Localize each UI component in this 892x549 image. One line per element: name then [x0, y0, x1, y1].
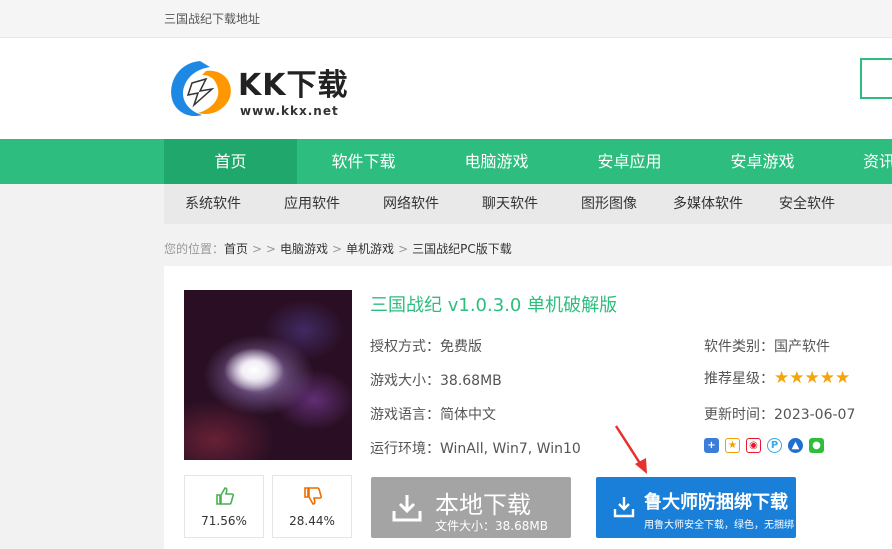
breadcrumb-current: 三国战纪PC版下载 [412, 242, 512, 256]
language-value: 简体中文 [440, 407, 496, 423]
license-row: 授权方式：免费版 [370, 336, 482, 356]
local-download-filesize: 文件大小：38.68MB [435, 519, 548, 533]
site-header: KK下载 www.kkx.net [0, 38, 892, 139]
nav-item-android-apps[interactable]: 安卓应用 [563, 139, 696, 184]
size-row: 游戏大小：38.68MB [370, 370, 502, 390]
rating-label: 推荐星级： [704, 371, 774, 387]
nav-item-android-games[interactable]: 安卓游戏 [696, 139, 829, 184]
breadcrumb-separator: > > [252, 242, 276, 256]
share-tencent-icon[interactable]: ▲ [788, 438, 803, 453]
game-info-card: 三国战纪 v1.0.3.0 单机破解版 授权方式：免费版 游戏大小：38.68M… [164, 266, 892, 549]
thumbs-up-icon [216, 487, 234, 505]
share-qzone-icon[interactable]: ★ [725, 438, 740, 453]
nav-item-news[interactable]: 资讯 [829, 139, 892, 184]
annotation-arrow-icon [614, 425, 647, 474]
updated-label: 更新时间： [704, 407, 774, 423]
vote-up-box[interactable]: 71.56% [184, 475, 264, 538]
subnav-item-apps[interactable]: 应用软件 [284, 184, 340, 224]
share-bar: + ★ ◉ P ▲ ● [704, 438, 824, 454]
download-icon [613, 497, 635, 518]
license-label: 授权方式： [370, 339, 440, 355]
breadcrumb-home[interactable]: 首页 [224, 242, 248, 256]
nav-item-software[interactable]: 软件下载 [297, 139, 430, 184]
share-plus-icon[interactable]: + [704, 438, 719, 453]
sub-nav: 系统软件 应用软件 网络软件 聊天软件 图形图像 多媒体软件 安全软件 [164, 184, 892, 224]
game-cover-image [184, 290, 352, 460]
main-nav: 首页 软件下载 电脑游戏 安卓应用 安卓游戏 资讯 [0, 139, 892, 184]
subnav-item-chat[interactable]: 聊天软件 [482, 184, 538, 224]
subnav-item-security[interactable]: 安全软件 [779, 184, 835, 224]
share-p-icon[interactable]: P [767, 438, 782, 453]
breadcrumb-separator: > [398, 242, 409, 256]
local-download-button[interactable]: 本地下载 文件大小：38.68MB [371, 477, 571, 538]
subnav-item-multimedia[interactable]: 多媒体软件 [673, 184, 743, 224]
ludashi-download-label: 鲁大师防捆绑下载 [644, 492, 788, 513]
download-icon [392, 495, 422, 522]
site-logo-text[interactable]: KK下载 [238, 60, 349, 104]
site-logo-url: www.kkx.net [240, 104, 339, 118]
language-row: 游戏语言：简体中文 [370, 404, 496, 424]
category-row: 软件类别：国产软件 [704, 336, 830, 356]
category-value: 国产软件 [774, 339, 830, 355]
size-value: 38.68MB [440, 373, 502, 389]
vote-up-percent: 71.56% [201, 514, 247, 528]
ludashi-download-button[interactable]: 鲁大师防捆绑下载 用鲁大师安全下载，绿色，无捆绑 [596, 477, 796, 538]
size-label: 游戏大小： [370, 373, 440, 389]
breadcrumb-category[interactable]: 电脑游戏 [280, 242, 328, 256]
breadcrumb: 您的位置：首页 > > 电脑游戏 > 单机游戏 > 三国战纪PC版下载 [164, 240, 512, 257]
nav-item-pc-games[interactable]: 电脑游戏 [430, 139, 563, 184]
share-weibo-icon[interactable]: ◉ [746, 438, 761, 453]
license-value: 免费版 [440, 339, 482, 355]
rating-row: 推荐星级：★★★★★ [704, 368, 850, 388]
environment-row: 运行环境：WinAll, Win7, Win10 [370, 438, 581, 458]
local-download-label: 本地下载 [435, 491, 531, 519]
ludashi-download-note: 用鲁大师安全下载，绿色，无捆绑 [644, 520, 794, 531]
top-bar-title: 三国战纪下载地址 [164, 12, 261, 26]
thumbs-down-icon [304, 487, 322, 505]
vote-down-box[interactable]: 28.44% [272, 475, 352, 538]
search-input[interactable] [860, 58, 892, 99]
environment-label: 运行环境： [370, 441, 440, 457]
share-wechat-icon[interactable]: ● [809, 438, 824, 453]
subnav-item-graphics[interactable]: 图形图像 [581, 184, 637, 224]
subnav-item-network[interactable]: 网络软件 [383, 184, 439, 224]
category-label: 软件类别： [704, 339, 774, 355]
updated-row: 更新时间：2023-06-07 [704, 404, 855, 424]
game-title: 三国战纪 v1.0.3.0 单机破解版 [370, 295, 618, 316]
breadcrumb-separator: > [331, 242, 343, 256]
subnav-item-system[interactable]: 系统软件 [185, 184, 241, 224]
rating-stars: ★★★★★ [774, 368, 851, 388]
updated-value: 2023-06-07 [774, 407, 856, 423]
language-label: 游戏语言： [370, 407, 440, 423]
environment-value: WinAll, Win7, Win10 [440, 441, 581, 457]
breadcrumb-subcategory[interactable]: 单机游戏 [346, 242, 394, 256]
nav-item-home[interactable]: 首页 [164, 139, 297, 184]
vote-down-percent: 28.44% [289, 514, 335, 528]
breadcrumb-prefix: 您的位置： [164, 242, 225, 256]
top-bar: 三国战纪下载地址 [0, 0, 892, 38]
